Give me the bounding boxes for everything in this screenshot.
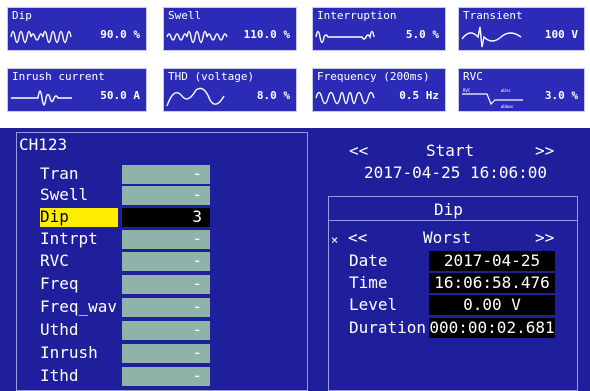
worst-title: Worst bbox=[423, 228, 472, 247]
detail-marker: × bbox=[331, 233, 339, 247]
channel-label: CH123 bbox=[19, 135, 68, 154]
rvc-event-tile[interactable]: RVC RVC ΔUss ΔUmax 3.0 % bbox=[458, 68, 585, 112]
rvc-wave-label: ΔUss bbox=[501, 88, 511, 93]
rvc-wave-label: ΔUmax bbox=[501, 104, 514, 109]
rvc-wave-label: RVC bbox=[463, 88, 471, 93]
event-row-label-selected[interactable]: Dip bbox=[40, 208, 118, 227]
event-row-count[interactable]: - bbox=[122, 186, 210, 205]
tile-label: Transient bbox=[463, 9, 523, 22]
event-row-label[interactable]: Intrpt bbox=[40, 230, 118, 249]
duration-label: Duration bbox=[349, 318, 427, 337]
tile-value: 5.0 % bbox=[405, 28, 439, 41]
tile-label: Swell bbox=[168, 9, 202, 22]
date-value: 2017-04-25 bbox=[429, 251, 555, 271]
duration-value: 000:00:02.681 bbox=[429, 318, 555, 338]
inrush-waveform-icon bbox=[11, 90, 72, 106]
event-row-label[interactable]: Freq_wav bbox=[40, 298, 118, 317]
tile-label: Interruption bbox=[317, 9, 397, 22]
time-value: 16:06:58.476 bbox=[429, 273, 555, 293]
detail-title: Dip bbox=[434, 200, 463, 219]
swell-waveform-icon bbox=[166, 30, 228, 44]
tile-value: 100 V bbox=[544, 28, 578, 41]
swell-event-tile[interactable]: Swell 110.0 % bbox=[163, 7, 297, 51]
time-label: Time bbox=[349, 273, 388, 292]
interruption-event-tile[interactable]: Interruption 5.0 % bbox=[312, 7, 446, 51]
frequency-event-tile[interactable]: Frequency (200ms) 0.5 Hz bbox=[312, 68, 446, 112]
tile-label: RVC bbox=[463, 70, 483, 83]
interruption-waveform-icon bbox=[315, 30, 375, 44]
frequency-waveform-icon bbox=[315, 91, 375, 105]
event-row-label[interactable]: Uthd bbox=[40, 321, 118, 340]
worst-next-button[interactable]: >> bbox=[535, 229, 554, 247]
tile-value: 3.0 % bbox=[544, 89, 578, 102]
event-row-count-selected[interactable]: 3 bbox=[122, 208, 210, 227]
transient-waveform-icon bbox=[461, 26, 522, 48]
tile-value: 110.0 % bbox=[243, 28, 290, 41]
dip-event-tile[interactable]: Dip 90.0 % bbox=[7, 7, 147, 51]
event-row-count[interactable]: - bbox=[122, 165, 210, 184]
start-datetime: 2017-04-25 16:06:00 bbox=[364, 163, 548, 182]
level-label: Level bbox=[349, 295, 398, 314]
thd-waveform-icon bbox=[166, 87, 225, 107]
transient-event-tile[interactable]: Transient 100 V bbox=[458, 7, 585, 51]
start-title: Start bbox=[426, 141, 475, 160]
event-row-count[interactable]: - bbox=[122, 298, 210, 317]
thd-voltage-event-tile[interactable]: THD (voltage) 8.0 % bbox=[163, 68, 297, 112]
event-row-label[interactable]: Ithd bbox=[40, 367, 118, 386]
event-row-count[interactable]: - bbox=[122, 252, 210, 271]
inrush-event-tile[interactable]: Inrush current 50.0 A bbox=[7, 68, 147, 112]
event-row-label[interactable]: Tran bbox=[40, 165, 118, 184]
event-row-count[interactable]: - bbox=[122, 275, 210, 294]
event-row-label[interactable]: Freq bbox=[40, 275, 118, 294]
level-value: 0.00 V bbox=[429, 295, 555, 315]
tile-label: THD (voltage) bbox=[168, 70, 255, 83]
tile-value: 8.0 % bbox=[256, 89, 290, 102]
event-row-count[interactable]: - bbox=[122, 321, 210, 340]
event-row-label[interactable]: RVC bbox=[40, 252, 118, 271]
event-row-count[interactable]: - bbox=[122, 230, 210, 249]
tile-label: Frequency (200ms) bbox=[317, 70, 430, 83]
event-row-count[interactable]: - bbox=[122, 344, 210, 363]
tile-value: 90.0 % bbox=[100, 28, 140, 41]
tile-value: 50.0 A bbox=[100, 89, 140, 102]
tile-value: 0.5 Hz bbox=[399, 89, 439, 102]
event-row-label[interactable]: Inrush bbox=[40, 344, 118, 363]
event-row-label[interactable]: Swell bbox=[40, 186, 118, 205]
tile-label: Inrush current bbox=[12, 70, 105, 83]
date-label: Date bbox=[349, 251, 388, 270]
rvc-waveform-icon: RVC ΔUss ΔUmax bbox=[462, 88, 523, 109]
start-next-button[interactable]: >> bbox=[535, 142, 554, 160]
start-prev-button[interactable]: << bbox=[349, 142, 368, 160]
event-row-count[interactable]: - bbox=[122, 367, 210, 386]
worst-prev-button[interactable]: << bbox=[348, 229, 367, 247]
tile-label: Dip bbox=[12, 9, 32, 22]
dip-waveform-icon bbox=[10, 30, 72, 44]
event-detail-panel bbox=[328, 196, 578, 391]
